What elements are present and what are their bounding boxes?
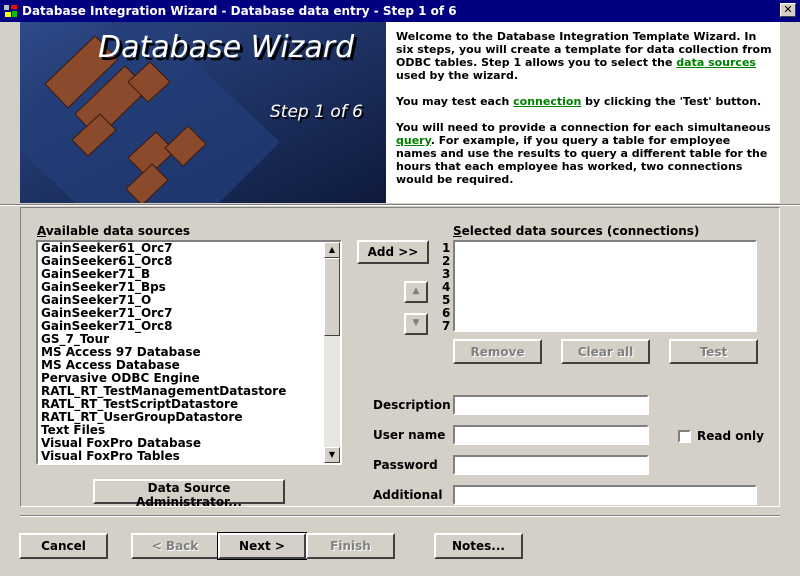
header-side-strip: [780, 22, 800, 203]
scroll-thumb[interactable]: [324, 258, 340, 336]
welcome-paragraph-2: You may test each connection by clicking…: [396, 95, 762, 108]
selected-sources-list[interactable]: [453, 240, 757, 332]
finish-button[interactable]: Finish: [306, 533, 395, 559]
available-sources-items: GainSeeker61_Orc7 GainSeeker61_Orc8 GainSe…: [38, 242, 340, 463]
connection-number-column: 1234567: [442, 242, 452, 333]
username-label: User name: [373, 428, 446, 442]
footer-divider: [20, 515, 780, 517]
scroll-up-icon[interactable]: ▲: [324, 242, 340, 258]
window-title: Database Integration Wizard - Database d…: [22, 4, 457, 18]
welcome-text-panel: Welcome to the Database Integration Temp…: [386, 22, 780, 203]
connection-number: 7: [442, 319, 451, 333]
test-button[interactable]: Test: [669, 339, 758, 364]
notes-button[interactable]: Notes...: [434, 533, 523, 559]
available-sources-label: Available data sources: [37, 224, 191, 238]
additional-label: Additional: [373, 488, 443, 502]
data-sources-link[interactable]: data sources: [676, 56, 756, 69]
clear-all-button[interactable]: Clear all: [561, 339, 650, 364]
read-only-label: Read only: [697, 429, 764, 443]
query-link[interactable]: query: [396, 134, 431, 147]
close-icon[interactable]: ✕: [780, 3, 796, 17]
wizard-window: Database Integration Wizard - Database d…: [0, 0, 800, 576]
welcome-paragraph-1: Welcome to the Database Integration Temp…: [396, 30, 772, 82]
connection-link[interactable]: connection: [513, 95, 581, 108]
add-button[interactable]: Add >>: [357, 240, 429, 264]
banner-title: Database Wizard: [98, 30, 355, 65]
wizard-banner: Database Wizard Step 1 of 6: [20, 22, 386, 203]
available-sources-list[interactable]: GainSeeker61_Orc7 GainSeeker61_Orc8 GainSe…: [36, 240, 342, 465]
username-input[interactable]: [453, 425, 649, 445]
read-only-checkbox[interactable]: [678, 430, 691, 443]
cancel-button[interactable]: Cancel: [19, 533, 108, 559]
banner-step-label: Step 1 of 6: [270, 102, 363, 122]
app-icon[interactable]: [3, 3, 19, 19]
selected-sources-label: Selected data sources (connections): [453, 224, 700, 238]
header-divider: [0, 204, 800, 206]
description-input[interactable]: [453, 395, 649, 415]
data-source-administrator-button[interactable]: Data Source Administrator...: [93, 479, 285, 509]
next-button[interactable]: Next >: [217, 532, 307, 560]
back-button[interactable]: < Back: [131, 533, 219, 559]
description-label: Description: [373, 398, 451, 412]
welcome-paragraph-3: You will need to provide a connection fo…: [396, 121, 771, 186]
additional-input[interactable]: [453, 485, 757, 505]
available-list-scrollbar[interactable]: ▲ ▼: [324, 242, 340, 463]
password-label: Password: [373, 458, 438, 472]
move-down-icon[interactable]: ▼: [404, 313, 428, 335]
remove-button[interactable]: Remove: [453, 339, 542, 364]
scroll-down-icon[interactable]: ▼: [324, 447, 340, 463]
move-up-icon[interactable]: ▲: [404, 281, 428, 303]
password-input[interactable]: [453, 455, 649, 475]
title-bar: Database Integration Wizard - Database d…: [0, 0, 800, 22]
list-item[interactable]: Visual FoxPro Tables: [41, 450, 340, 463]
